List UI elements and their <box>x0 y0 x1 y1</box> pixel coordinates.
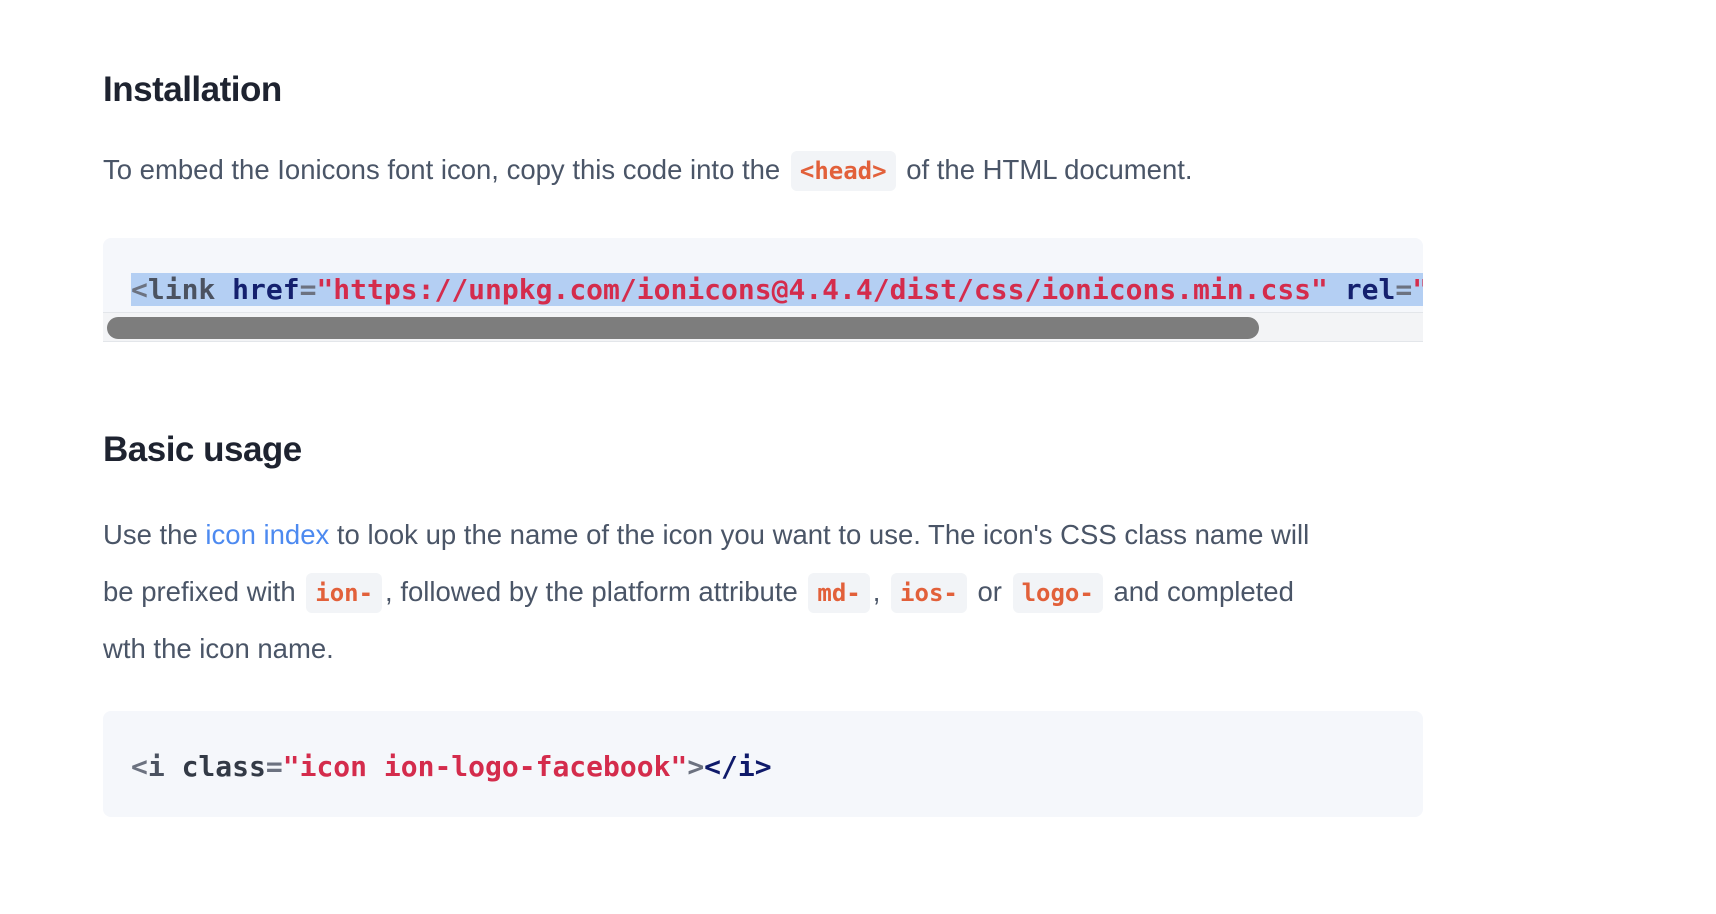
code-string-url: "https://unpkg.com/ionicons@4.4.4/dist/c… <box>316 273 1328 306</box>
code-line[interactable]: <link href="https://unpkg.com/ionicons@4… <box>131 270 1423 310</box>
text: , followed by the platform attribute <box>385 576 798 607</box>
inline-code-ios: ios- <box>891 573 967 613</box>
text: and completed <box>1113 576 1294 607</box>
code-attr-href: href <box>232 273 300 306</box>
basic-usage-paragraph: Use the icon index to look up the name o… <box>103 506 1423 677</box>
text: or <box>977 576 1002 607</box>
basic-usage-heading: Basic usage <box>103 430 302 469</box>
usage-code-block[interactable]: <i class="icon ion-logo-facebook"></i> <box>103 711 1423 817</box>
code-line[interactable]: <i class="icon ion-logo-facebook"></i> <box>131 747 772 787</box>
code-tag: link <box>147 273 216 306</box>
icon-index-link[interactable]: icon index <box>205 519 329 550</box>
text: to look up the name of the icon you want… <box>336 519 1310 550</box>
installation-code-block[interactable]: <link href="https://unpkg.com/ionicons@4… <box>103 238 1423 342</box>
installation-paragraph: To embed the Ionicons font icon, copy th… <box>103 151 1193 191</box>
selected-code[interactable]: <link href="https://unpkg.com/ionicons@4… <box>131 273 1423 306</box>
text: Use the <box>103 519 198 550</box>
code-punct: = <box>1395 273 1413 306</box>
scrollbar-thumb[interactable] <box>107 317 1259 339</box>
code-punct: < <box>131 750 148 783</box>
installation-text-before: To embed the Ionicons font icon, copy th… <box>103 154 781 185</box>
paragraph-line-2: be prefixed with ion-, followed by the p… <box>103 563 1423 620</box>
installation-text-after: of the HTML document. <box>906 154 1193 185</box>
text: be prefixed with <box>103 576 296 607</box>
text: , <box>872 576 881 607</box>
code-punct: > <box>687 750 705 783</box>
code-tag: i <box>147 750 165 783</box>
code-attr-class: class <box>181 750 266 783</box>
inline-code-logo: logo- <box>1012 573 1103 613</box>
paragraph-line-1: Use the icon index to look up the name o… <box>103 506 1423 563</box>
horizontal-scrollbar[interactable] <box>103 312 1423 342</box>
code-string-rel: "s <box>1412 273 1423 306</box>
inline-code-ion: ion- <box>306 573 383 613</box>
code-string-class: "icon ion-logo-facebook" <box>282 750 688 783</box>
code-punct: = <box>265 750 283 783</box>
code-close-tag: </i> <box>704 750 772 783</box>
inline-code-head: <head> <box>790 151 896 191</box>
installation-heading: Installation <box>103 70 282 109</box>
code-punct: < <box>131 273 148 306</box>
paragraph-line-3: wth the icon name. <box>103 633 334 664</box>
code-punct: = <box>299 273 317 306</box>
inline-code-md: md- <box>808 573 870 613</box>
code-attr-rel: rel <box>1344 273 1396 306</box>
